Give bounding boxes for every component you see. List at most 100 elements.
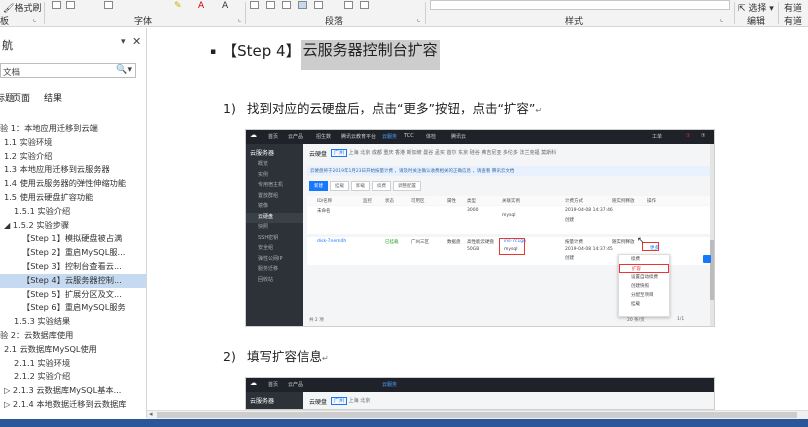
- chevron-down-icon[interactable]: ▾: [121, 37, 126, 47]
- nav-item[interactable]: 验 2：云数据库使用: [0, 329, 146, 343]
- horizontal-scrollbar[interactable]: ◂: [147, 410, 808, 419]
- col-header: 类型: [467, 199, 476, 204]
- console-pagination: 共 2 项 20 条/页 1/1: [307, 317, 710, 324]
- col-header: 属性: [447, 199, 456, 204]
- nav-item[interactable]: 1.5.1 实验介绍: [0, 205, 146, 219]
- nav-item[interactable]: 【Step 2】重启MySQL服...: [0, 246, 146, 260]
- console-screenshot: ☁ 首页 云产品 招生数 腾讯云教育平台 云服务 TCC 体检 腾讯云 工单 ①…: [245, 129, 715, 327]
- menu-item: 续费: [631, 257, 640, 262]
- paragraph-launcher-icon[interactable]: ⌞: [417, 15, 420, 23]
- line-spacing-button[interactable]: [314, 1, 323, 9]
- nav-item-selected[interactable]: 【Step 4】云服务器控制...: [0, 273, 146, 288]
- console-sidebar-item: 回收站: [258, 276, 274, 283]
- cell: 按量计费: [565, 240, 583, 245]
- nav-item[interactable]: 【Step 3】控制台查看云...: [0, 260, 146, 274]
- topbar-item: ⑦: [701, 133, 706, 139]
- nav-item[interactable]: 【Step 6】重启MySQL服务: [0, 301, 146, 315]
- region-tab: 曼谷: [423, 150, 434, 156]
- clipboard-launcher-icon[interactable]: ⌞: [33, 15, 36, 23]
- select-button[interactable]: ⇱ 选择 ▾: [738, 1, 774, 14]
- tab-results[interactable]: 结果: [44, 91, 62, 104]
- cursor-icon: ⇱: [738, 4, 746, 14]
- youdao-button-1[interactable]: 有道: [784, 1, 802, 14]
- search-icon[interactable]: 🔍▾: [116, 65, 132, 75]
- bold-button[interactable]: [52, 1, 61, 9]
- format-painter-button[interactable]: 🖌格式刷: [3, 1, 41, 14]
- clear-format-button[interactable]: [104, 1, 113, 9]
- nav-item[interactable]: 【Step 5】扩展分区及文...: [0, 288, 146, 302]
- cloud-logo-icon: ☁: [250, 379, 257, 387]
- font-launcher-icon[interactable]: ⌞: [238, 15, 241, 23]
- nav-item[interactable]: 1.2 实验介绍: [0, 150, 146, 164]
- document-page[interactable]: ▪ 【Step 4】 云服务器控制台扩容 1) 找到对应的云硬盘后，点击“更多”按钮，…: [148, 28, 808, 410]
- border-button[interactable]: [360, 1, 369, 9]
- topbar-item: ①: [686, 133, 691, 139]
- col-header: 状态: [385, 199, 394, 204]
- separator: [734, 2, 735, 24]
- console-notice: 云硬盘将于2019年1月23日开始按量计费 ，请及时关注确认收费相关的正确信息 …: [307, 166, 710, 176]
- font-color-icon[interactable]: A: [198, 1, 204, 11]
- cell: 随实例释放: [612, 240, 635, 245]
- region-tabs: 广州 上海 北京 成都 重庆 香港 新加坡 曼谷 孟买 首尔 东京 硅谷 弗吉尼…: [331, 149, 557, 157]
- nav-item[interactable]: 2.1.1 实验环境: [0, 357, 146, 371]
- nav-item[interactable]: ◢ 1.5.2 实验步骤: [0, 219, 146, 233]
- nav-search-input[interactable]: 文档 🔍▾: [0, 63, 136, 78]
- step1-paragraph: 1) 找到对应的云硬盘后，点击“更多”按钮，点击“扩容”↵: [223, 98, 542, 117]
- cloud-logo-icon: ☁: [250, 131, 257, 139]
- paragraph-mark: ↵: [535, 106, 543, 115]
- pagination-page: 1/1: [677, 317, 685, 322]
- align-center-button[interactable]: [266, 1, 275, 9]
- region-tab: 多伦多: [502, 150, 518, 156]
- region-tab: 孟买: [434, 150, 445, 156]
- nav-item[interactable]: 2.1.2 实验介绍: [0, 370, 146, 384]
- close-icon[interactable]: ✕: [132, 35, 141, 48]
- scroll-thumb[interactable]: [157, 412, 797, 418]
- console-sidebar-item: 专用宿主机: [258, 182, 284, 188]
- font-group-label: 字体: [134, 17, 153, 27]
- console-sidebar-item: 快照: [258, 224, 269, 230]
- youdao-button-2[interactable]: 有道: [784, 14, 802, 27]
- separator: [778, 2, 779, 24]
- scroll-left-icon[interactable]: ◂: [149, 410, 153, 418]
- nav-item[interactable]: 1.5 使用云硬盘扩容功能: [0, 191, 146, 205]
- highlight-box: [499, 238, 525, 255]
- console-table-header: ID/名称 监控 状态 可用区 属性 类型 关联实例 计费方式 随实例释放 操作: [307, 196, 710, 205]
- col-header: 随实例释放: [612, 199, 635, 204]
- styles-launcher-icon[interactable]: ⌞: [720, 15, 723, 23]
- styles-group-label: 样式: [565, 17, 584, 27]
- console-sidebar-header: 云服务器: [250, 150, 275, 157]
- col-header: 操作: [647, 199, 656, 204]
- shading-button[interactable]: [344, 1, 353, 9]
- justify-button[interactable]: [298, 1, 307, 9]
- region-tab: 弗吉尼亚: [481, 150, 502, 156]
- cell: 未命名: [317, 209, 331, 214]
- cell: 数据盘: [447, 240, 461, 245]
- console-toolbar: 新建 挂载 卸载 续费 调整配置: [309, 181, 423, 191]
- cell: 高性能云硬盘: [467, 240, 494, 245]
- nav-item[interactable]: 验 1：本地应用迁移到云端: [0, 122, 146, 136]
- pagination-total: 共 2 项: [309, 318, 324, 323]
- nav-item[interactable]: 1.4 使用云服务器的弹性伸缩功能: [0, 177, 146, 191]
- nav-item[interactable]: ▷ 2.1.3 云数据库MySQL基本...: [0, 384, 146, 398]
- region-tab: 莫斯科: [541, 150, 557, 156]
- nav-item[interactable]: 2.1 云数据库MySQL使用: [0, 343, 146, 357]
- nav-item[interactable]: ▷ 2.1.4 本地数据迁移到云数据库: [0, 398, 146, 412]
- step1-text: 找到对应的云硬盘后，点击“更多”按钮，点击“扩容”: [247, 101, 536, 116]
- italic-button[interactable]: [66, 1, 75, 9]
- char-shading-icon[interactable]: A: [222, 1, 228, 11]
- region-tab: 北京: [360, 150, 371, 156]
- nav-item[interactable]: 1.1 实验环境: [0, 136, 146, 150]
- console-sidebar-item: 概览: [258, 161, 269, 167]
- highlight-icon[interactable]: ✎: [174, 1, 182, 11]
- highlight-box: [642, 242, 659, 251]
- topbar-item: 云服务: [382, 134, 398, 140]
- tab-pages[interactable]: 页面: [12, 91, 30, 104]
- console-sidebar-item: 服务迁移: [258, 266, 279, 272]
- nav-item[interactable]: 1.3 本地应用迁移到云服务器: [0, 163, 146, 177]
- step2-text: 填写扩容信息: [247, 349, 323, 364]
- align-right-button[interactable]: [282, 1, 291, 9]
- nav-item[interactable]: 1.5.3 实验结果: [0, 315, 146, 329]
- nav-item[interactable]: 【Step 1】模拟硬盘被占满: [0, 232, 146, 246]
- align-left-button[interactable]: [250, 1, 259, 9]
- styles-gallery[interactable]: [430, 0, 730, 10]
